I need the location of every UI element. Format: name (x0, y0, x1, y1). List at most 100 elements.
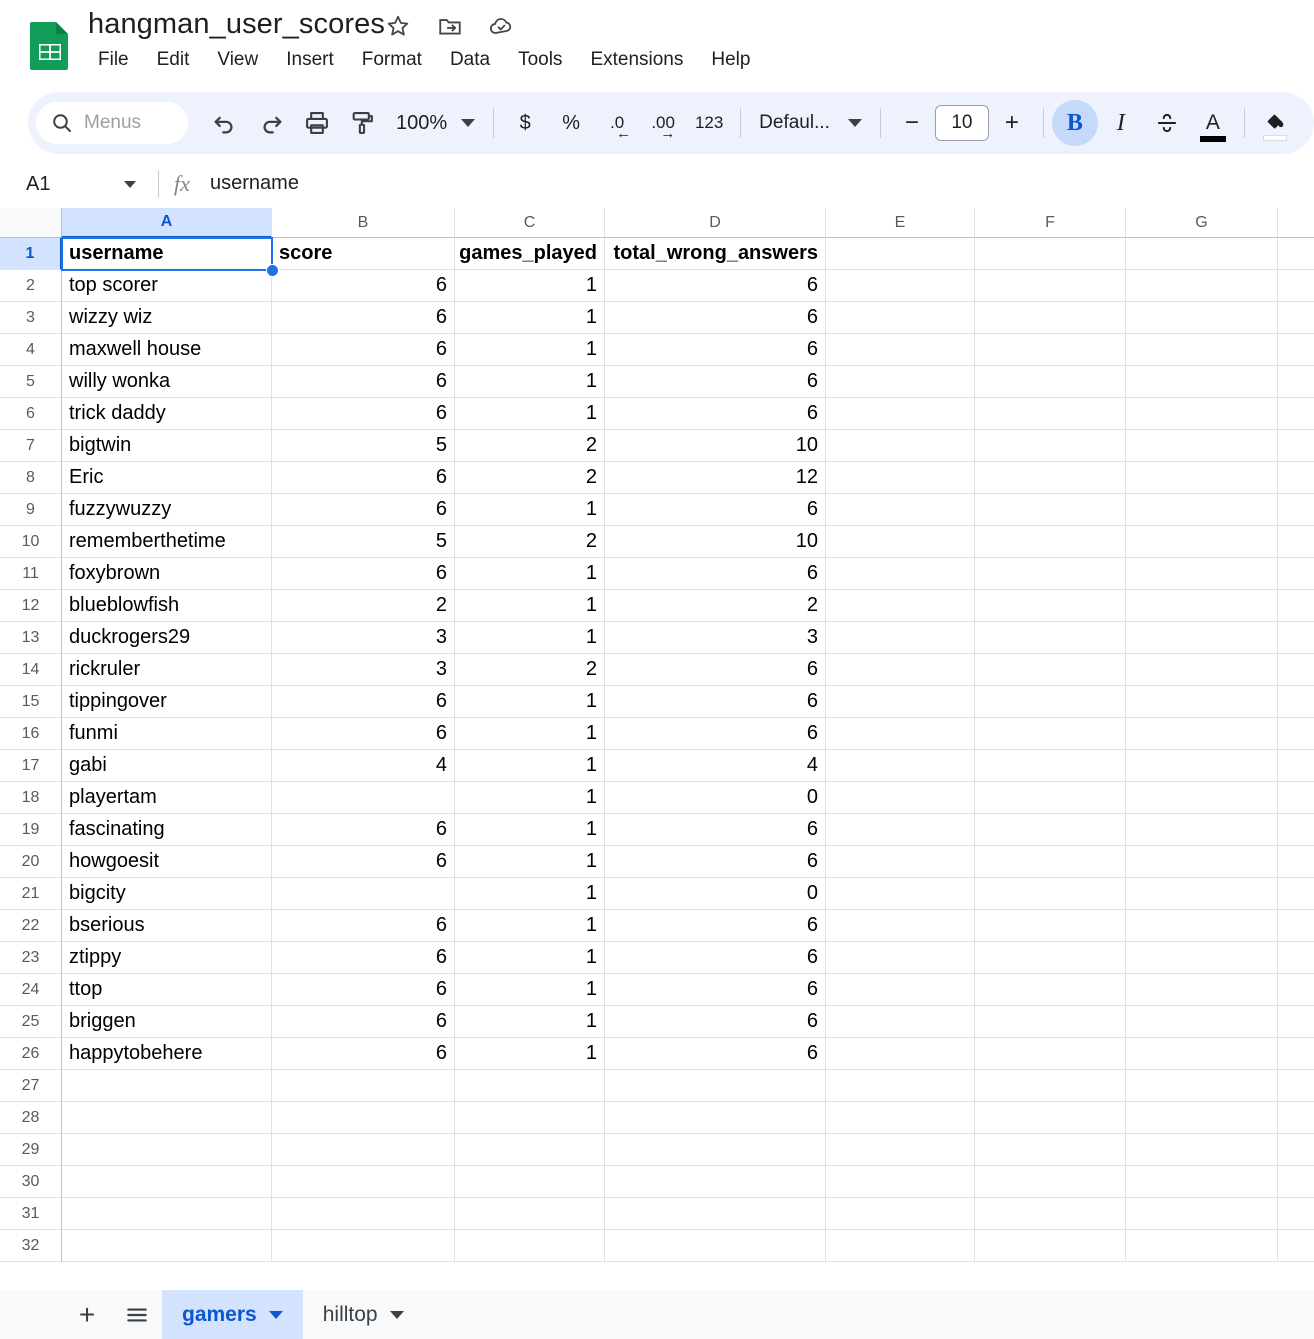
cell-A27[interactable] (62, 1070, 272, 1102)
increase-decimal-button[interactable]: .00 → (640, 100, 686, 146)
chevron-down-icon[interactable] (389, 1310, 404, 1319)
cell-D15[interactable]: 6 (605, 686, 826, 718)
menu-extensions[interactable]: Extensions (576, 47, 697, 73)
cell-B2[interactable]: 6 (272, 270, 455, 302)
cell-H25[interactable] (1278, 1006, 1314, 1038)
cell-A14[interactable]: rickruler (62, 654, 272, 686)
cell-A22[interactable]: bserious (62, 910, 272, 942)
cell-A17[interactable]: gabi (62, 750, 272, 782)
menu-tools[interactable]: Tools (504, 47, 576, 73)
cell-C5[interactable]: 1 (455, 366, 605, 398)
cell-F26[interactable] (975, 1038, 1126, 1070)
menu-format[interactable]: Format (348, 47, 436, 73)
cell-D22[interactable]: 6 (605, 910, 826, 942)
row-header-4[interactable]: 4 (0, 334, 62, 366)
cell-F20[interactable] (975, 846, 1126, 878)
column-header-e[interactable]: E (826, 208, 975, 238)
decrease-decimal-button[interactable]: .0 ← (594, 100, 640, 146)
cell-H1[interactable] (1278, 238, 1314, 270)
cell-G20[interactable] (1126, 846, 1278, 878)
cell-G25[interactable] (1126, 1006, 1278, 1038)
cell-G27[interactable] (1126, 1070, 1278, 1102)
cell-D2[interactable]: 6 (605, 270, 826, 302)
menu-view[interactable]: View (203, 47, 272, 73)
cell-H27[interactable] (1278, 1070, 1314, 1102)
cell-A11[interactable]: foxybrown (62, 558, 272, 590)
cell-A31[interactable] (62, 1198, 272, 1230)
cell-D19[interactable]: 6 (605, 814, 826, 846)
row-header-12[interactable]: 12 (0, 590, 62, 622)
cell-B31[interactable] (272, 1198, 455, 1230)
cell-F23[interactable] (975, 942, 1126, 974)
cell-F15[interactable] (975, 686, 1126, 718)
cell-A1[interactable]: username (62, 238, 272, 270)
font-size-increase-button[interactable]: + (989, 100, 1035, 146)
cell-A15[interactable]: tippingover (62, 686, 272, 718)
cell-B5[interactable]: 6 (272, 366, 455, 398)
print-button[interactable] (294, 100, 340, 146)
cell-C29[interactable] (455, 1134, 605, 1166)
cell-E22[interactable] (826, 910, 975, 942)
cell-A20[interactable]: howgoesit (62, 846, 272, 878)
column-header-h[interactable] (1278, 208, 1314, 238)
cell-H2[interactable] (1278, 270, 1314, 302)
cell-C30[interactable] (455, 1166, 605, 1198)
cell-D24[interactable]: 6 (605, 974, 826, 1006)
cell-A25[interactable]: briggen (62, 1006, 272, 1038)
cell-H5[interactable] (1278, 366, 1314, 398)
row-header-10[interactable]: 10 (0, 526, 62, 558)
menu-file[interactable]: File (88, 47, 143, 73)
cell-D13[interactable]: 3 (605, 622, 826, 654)
cell-A12[interactable]: blueblowfish (62, 590, 272, 622)
cell-A32[interactable] (62, 1230, 272, 1262)
chevron-down-icon[interactable] (268, 1310, 283, 1319)
cell-G24[interactable] (1126, 974, 1278, 1006)
cell-D10[interactable]: 10 (605, 526, 826, 558)
cell-C27[interactable] (455, 1070, 605, 1102)
text-color-button[interactable]: A (1190, 100, 1236, 146)
undo-button[interactable] (202, 100, 248, 146)
cell-B32[interactable] (272, 1230, 455, 1262)
cell-A10[interactable]: rememberthetime (62, 526, 272, 558)
sheet-tab-gamers[interactable]: gamers (162, 1290, 303, 1339)
cell-F31[interactable] (975, 1198, 1126, 1230)
cell-C3[interactable]: 1 (455, 302, 605, 334)
cell-C18[interactable]: 1 (455, 782, 605, 814)
cell-D30[interactable] (605, 1166, 826, 1198)
cell-G7[interactable] (1126, 430, 1278, 462)
cell-F16[interactable] (975, 718, 1126, 750)
cell-D28[interactable] (605, 1102, 826, 1134)
cell-D1[interactable]: total_wrong_answers (605, 238, 826, 270)
cell-H4[interactable] (1278, 334, 1314, 366)
cell-H12[interactable] (1278, 590, 1314, 622)
cell-G3[interactable] (1126, 302, 1278, 334)
cell-G13[interactable] (1126, 622, 1278, 654)
cell-H24[interactable] (1278, 974, 1314, 1006)
cell-C32[interactable] (455, 1230, 605, 1262)
cell-C14[interactable]: 2 (455, 654, 605, 686)
cell-G2[interactable] (1126, 270, 1278, 302)
cell-E1[interactable] (826, 238, 975, 270)
row-header-9[interactable]: 9 (0, 494, 62, 526)
cell-A24[interactable]: ttop (62, 974, 272, 1006)
row-header-29[interactable]: 29 (0, 1134, 62, 1166)
cell-G1[interactable] (1126, 238, 1278, 270)
cell-H21[interactable] (1278, 878, 1314, 910)
redo-button[interactable] (248, 100, 294, 146)
fill-handle[interactable] (266, 264, 279, 277)
cell-G29[interactable] (1126, 1134, 1278, 1166)
cell-E2[interactable] (826, 270, 975, 302)
row-header-23[interactable]: 23 (0, 942, 62, 974)
cell-B9[interactable]: 6 (272, 494, 455, 526)
cell-H8[interactable] (1278, 462, 1314, 494)
cell-H13[interactable] (1278, 622, 1314, 654)
cell-A29[interactable] (62, 1134, 272, 1166)
cell-G14[interactable] (1126, 654, 1278, 686)
column-header-a[interactable]: A (62, 208, 272, 238)
cell-D8[interactable]: 12 (605, 462, 826, 494)
cell-C25[interactable]: 1 (455, 1006, 605, 1038)
cell-E9[interactable] (826, 494, 975, 526)
all-sheets-button[interactable] (112, 1293, 162, 1337)
font-size-input[interactable]: 10 (934, 105, 989, 141)
row-header-14[interactable]: 14 (0, 654, 62, 686)
